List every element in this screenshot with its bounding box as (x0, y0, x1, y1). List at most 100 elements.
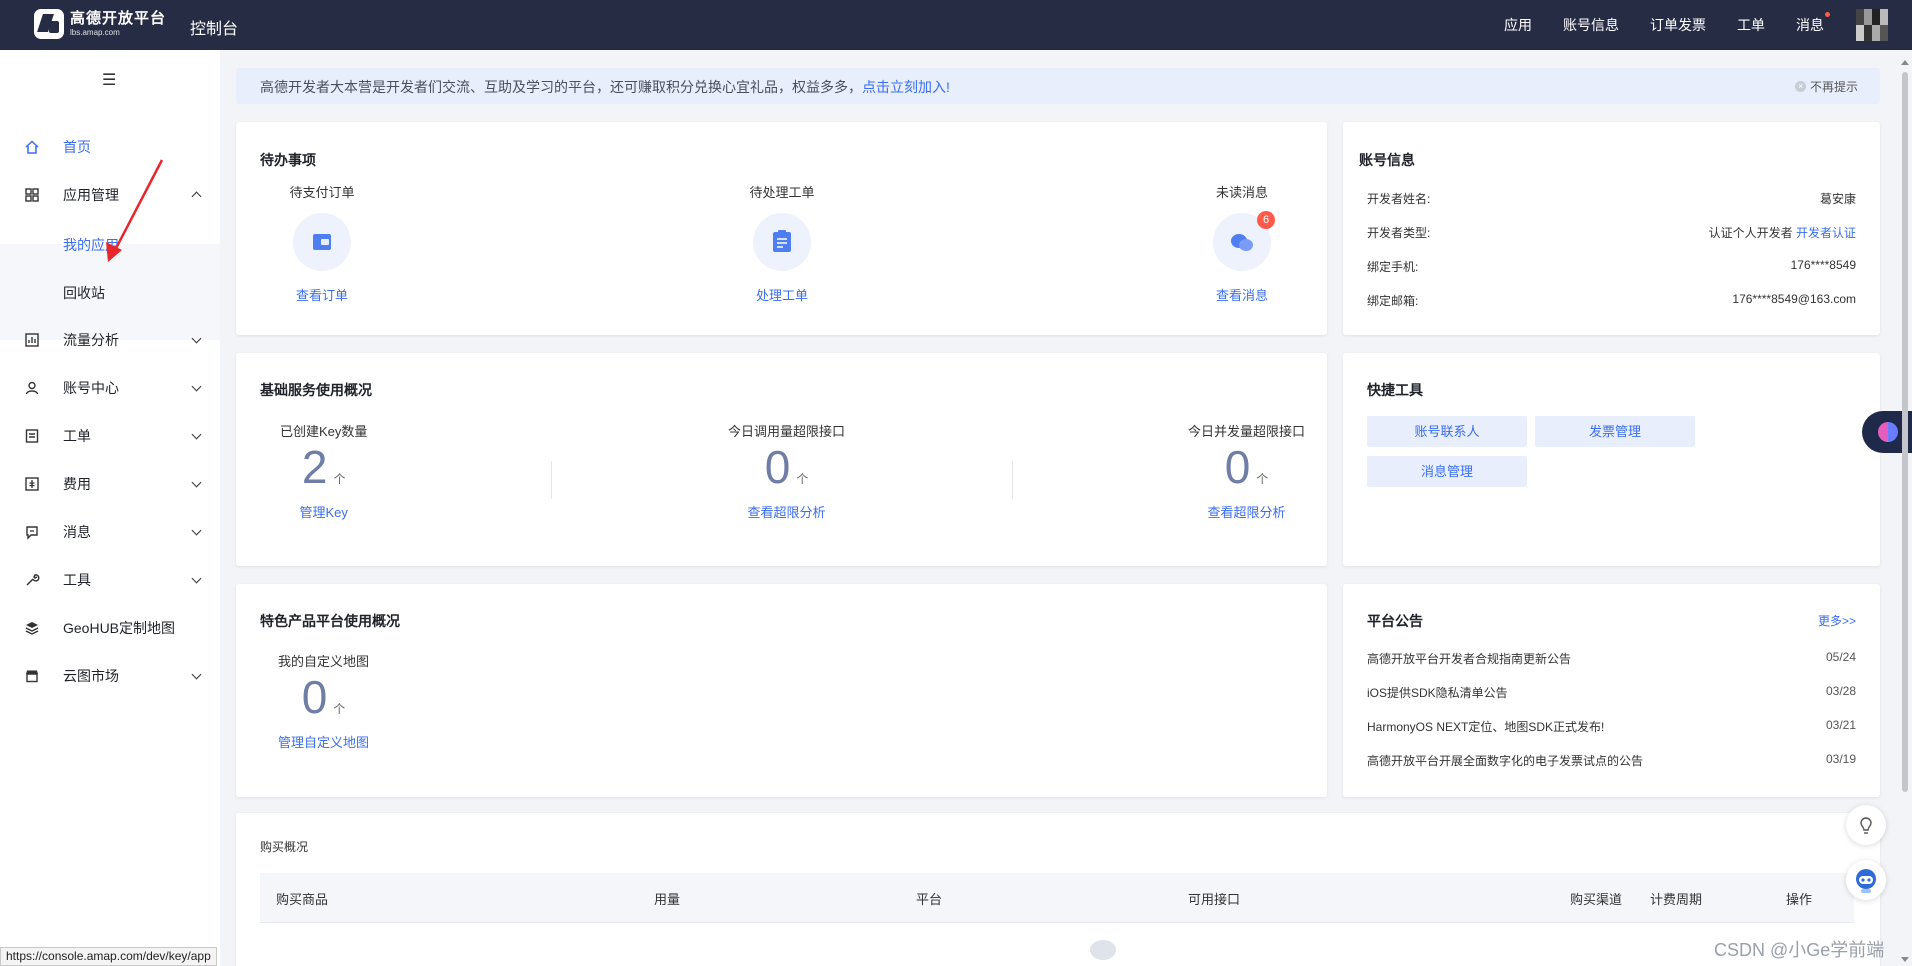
more-announcements-link[interactable]: 更多>> (1818, 612, 1856, 629)
home-icon (25, 140, 39, 154)
announcement-item[interactable]: iOS提供SDK隐私清单公告 03/28 (1367, 684, 1856, 704)
info-value: 葛安康 (1819, 192, 1856, 206)
announcement-title: 高德开放平台开展全面数字化的电子发票试点的公告 (1367, 754, 1644, 768)
sidebar-item-tools[interactable]: 工具 (0, 556, 220, 604)
account-contact-button[interactable]: 账号联系人 (1367, 416, 1527, 447)
todo-title: 待办事项 (260, 152, 316, 168)
chevron-down-icon (191, 525, 202, 536)
info-key: 开发者类型: (1367, 226, 1431, 240)
sidebar-item-label: 消息 (63, 524, 91, 540)
stat-value: 0 (1224, 441, 1251, 493)
quick-title: 快捷工具 (1367, 382, 1423, 398)
stat-keys: 已创建Key数量 2个 管理Key (280, 421, 367, 521)
unread-dot (1825, 12, 1830, 17)
red-arrow-annotation (106, 159, 164, 262)
page-scrollbar[interactable] (1900, 56, 1910, 966)
process-tickets-link[interactable]: 处理工单 (722, 285, 842, 304)
chat-bubbles-icon: 6 (1213, 211, 1275, 271)
stat-unit: 个 (796, 472, 809, 486)
column-header: 平台 (916, 892, 943, 907)
basic-title: 基础服务使用概况 (260, 382, 372, 398)
customer-service-button[interactable] (1846, 860, 1886, 900)
announcement-item[interactable]: HarmonyOS NEXT定位、地图SDK正式发布! 03/21 (1367, 718, 1856, 738)
sidebar-item-label: 首页 (63, 139, 91, 155)
top-nav: 应用 账号信息 订单发票 工单 消息 (1473, 0, 1830, 50)
dismiss-notice-button[interactable]: × 不再提示 (1794, 78, 1858, 95)
notice-text-wrap: 高德开发者大本营是开发者们交流、互助及学习的平台，还可赚取积分兑换心宜礼品，权益… (260, 77, 950, 97)
sidebar-item-geohub[interactable]: GeoHUB定制地图 (0, 604, 220, 652)
join-link[interactable]: 点击立刻加入! (862, 79, 950, 95)
stat-value: 2 (301, 441, 328, 493)
view-orders-link[interactable]: 查看订单 (262, 285, 382, 304)
user-avatar[interactable] (1856, 9, 1888, 41)
account-title: 账号信息 (1359, 152, 1415, 168)
manage-custom-map-link[interactable]: 管理自定义地图 (278, 732, 369, 751)
sidebar-item-label: 工单 (63, 428, 91, 444)
message-management-button[interactable]: 消息管理 (1367, 456, 1527, 487)
info-value-wrap: 认证个人开发者 开发者认证 (1709, 224, 1856, 241)
stat-label: 今日并发量超限接口 (1188, 424, 1306, 439)
nav-messages-label: 消息 (1796, 17, 1824, 33)
view-messages-link[interactable]: 查看消息 (1182, 285, 1302, 304)
sidebar-item-traffic-analysis[interactable]: 流量分析 (0, 316, 220, 364)
manage-key-link[interactable]: 管理Key (280, 502, 367, 521)
amap-logo[interactable]: 高德开放平台 lbs.amap.com (34, 9, 166, 39)
announcement-date: 03/28 (1825, 684, 1856, 698)
sidebar-item-account-center[interactable]: 账号中心 (0, 364, 220, 412)
nav-messages[interactable]: 消息 (1796, 12, 1830, 35)
announcement-date: 03/21 (1825, 718, 1856, 732)
todo-pending-tickets: 待处理工单 处理工单 (722, 182, 842, 304)
info-row-email: 绑定邮箱: 176****8549@163.com (1367, 292, 1856, 312)
lightbulb-icon (1860, 817, 1872, 834)
column-header: 购买渠道 (1570, 892, 1623, 907)
overlimit-analysis-link[interactable]: 查看超限分析 (728, 502, 845, 521)
scroll-up-icon[interactable] (1901, 60, 1909, 65)
nav-orders-invoices[interactable]: 订单发票 (1650, 15, 1706, 35)
ticket-icon (25, 429, 39, 443)
todo-label: 未读消息 (1215, 185, 1268, 200)
chart-icon (25, 333, 39, 347)
stat-value-wrap: 0个 (728, 440, 845, 494)
sidebar-item-label: 费用 (63, 476, 91, 492)
info-value: 176****8549@163.com (1732, 292, 1856, 306)
developer-verify-link[interactable]: 开发者认证 (1796, 226, 1856, 240)
sidebar-item-cloud-market[interactable]: 云图市场 (0, 652, 220, 700)
chevron-down-icon (191, 573, 202, 584)
nav-tickets[interactable]: 工单 (1737, 15, 1765, 35)
stat-concurrency-overlimit: 今日并发量超限接口 0个 查看超限分析 (1188, 421, 1305, 521)
chevron-down-icon (191, 477, 202, 488)
scrollbar-thumb[interactable] (1902, 72, 1908, 792)
announcement-title: HarmonyOS NEXT定位、地图SDK正式发布! (1367, 720, 1605, 734)
wallet-icon (293, 213, 351, 271)
announcement-item[interactable]: 高德开放平台开展全面数字化的电子发票试点的公告 03/19 (1367, 752, 1856, 772)
sidebar-item-messages[interactable]: 消息 (0, 508, 220, 556)
robot-agent-icon (1856, 869, 1876, 893)
info-row-type: 开发者类型: 认证个人开发者 开发者认证 (1367, 224, 1856, 244)
dismiss-label: 不再提示 (1809, 80, 1858, 94)
clipboard-icon (753, 213, 811, 271)
menu-collapse-icon[interactable]: ☰ (102, 70, 116, 90)
nav-account-info[interactable]: 账号信息 (1563, 15, 1619, 35)
stat-value-wrap: 2个 (280, 440, 367, 494)
sidebar-subitem-recycle-bin[interactable]: 回收站 (0, 268, 220, 316)
scroll-down-icon[interactable] (1901, 957, 1909, 962)
sidebar-item-tickets[interactable]: 工单 (0, 412, 220, 460)
account-info-card: 账号信息 开发者姓名: 葛安康 开发者类型: 认证个人开发者 开发者认证 绑定手机:… (1343, 122, 1880, 335)
sidebar-item-fees[interactable]: 费用 (0, 460, 220, 508)
nav-apps[interactable]: 应用 (1504, 15, 1532, 35)
chevron-down-icon (191, 381, 202, 392)
stat-unit: 个 (1256, 472, 1269, 486)
notice-text: 高德开发者大本营是开发者们交流、互助及学习的平台，还可赚取积分兑换心宜礼品，权益… (260, 79, 862, 95)
stat-value-wrap: 0个 (1188, 440, 1305, 494)
info-key: 绑定邮箱: (1367, 294, 1419, 308)
announcement-item[interactable]: 高德开放平台开发者合规指南更新公告 05/24 (1367, 650, 1856, 670)
special-title: 特色产品平台使用概况 (260, 613, 400, 629)
invoice-management-button[interactable]: 发票管理 (1535, 416, 1695, 447)
stat-label: 已创建Key数量 (280, 424, 368, 439)
top-bar: 高德开放平台 lbs.amap.com 控制台 应用 账号信息 订单发票 工单 … (0, 0, 1912, 50)
tips-button[interactable] (1846, 805, 1886, 845)
sidebar-item-label: 流量分析 (63, 332, 119, 348)
concurrency-analysis-link[interactable]: 查看超限分析 (1188, 502, 1305, 521)
chevron-down-icon (191, 429, 202, 440)
stat-value: 0 (301, 671, 328, 723)
